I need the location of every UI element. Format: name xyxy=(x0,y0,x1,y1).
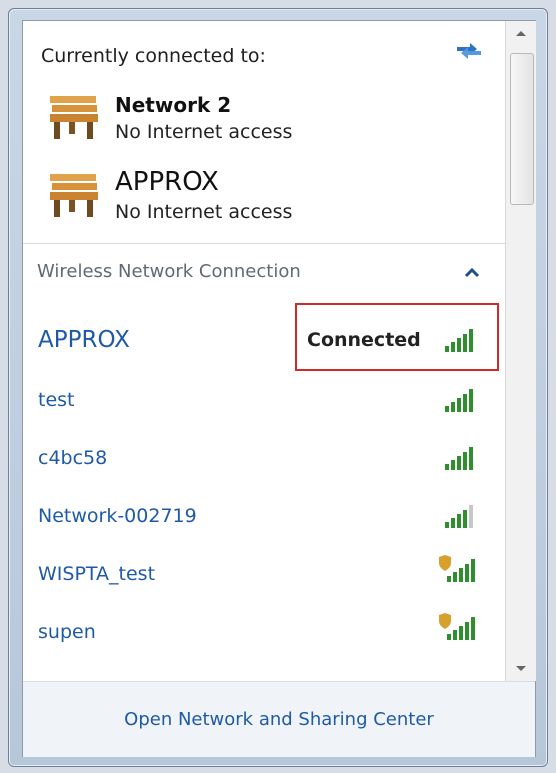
current-connection-network-2: Network 2 No Internet access xyxy=(37,83,497,147)
vertical-scrollbar[interactable] xyxy=(505,21,536,681)
network-row-approx[interactable]: APPROX Connected xyxy=(23,303,505,371)
chevron-up-icon[interactable] xyxy=(459,261,485,285)
network-row-wispta-test[interactable]: WISPTA_test xyxy=(23,551,505,601)
current-connection-name: Network 2 xyxy=(115,93,232,117)
wifi-signal-icon xyxy=(445,389,473,412)
wireless-network-connection-header[interactable]: Wireless Network Connection xyxy=(37,261,301,282)
bench-network-icon xyxy=(50,174,98,217)
wifi-signal-icon xyxy=(445,505,473,528)
network-row-test[interactable]: test xyxy=(23,377,505,427)
network-name: APPROX xyxy=(38,327,130,353)
current-connection-status: No Internet access xyxy=(115,121,293,143)
network-name: WISPTA_test xyxy=(38,563,156,585)
current-connections-heading: Currently connected to: xyxy=(41,45,266,67)
bench-network-icon xyxy=(50,96,98,139)
network-panel: Currently connected to: Network 2 No Int… xyxy=(22,20,536,757)
network-name: Network-002719 xyxy=(38,505,197,527)
scroll-up-arrow-icon[interactable] xyxy=(506,21,536,45)
wifi-signal-icon xyxy=(445,447,473,470)
scrollbar-thumb[interactable] xyxy=(510,53,534,205)
secured-wifi-signal-icon xyxy=(439,613,475,640)
network-name: supen xyxy=(38,621,96,643)
current-connections-section: Currently connected to: Network 2 No Int… xyxy=(23,21,505,243)
network-row-c4bc58[interactable]: c4bc58 xyxy=(23,435,505,485)
current-connection-approx: APPROX No Internet access xyxy=(37,161,497,225)
network-name: c4bc58 xyxy=(38,447,108,469)
footer-bar: Open Network and Sharing Center xyxy=(23,681,535,757)
wifi-signal-icon xyxy=(445,329,473,352)
current-connection-status: No Internet access xyxy=(115,201,293,223)
network-name: test xyxy=(38,389,75,411)
current-connection-name: APPROX xyxy=(115,167,219,197)
secured-wifi-signal-icon xyxy=(439,555,475,582)
network-connected-status: Connected xyxy=(307,329,421,351)
network-row-network-002719[interactable]: Network-002719 xyxy=(23,493,505,543)
network-list-scroll-area[interactable]: Currently connected to: Network 2 No Int… xyxy=(23,21,505,681)
refresh-arrows-icon[interactable] xyxy=(453,37,485,65)
open-network-sharing-center-link[interactable]: Open Network and Sharing Center xyxy=(23,709,535,730)
scroll-down-arrow-icon[interactable] xyxy=(506,657,536,681)
network-row-supen[interactable]: supen xyxy=(23,609,505,659)
section-divider xyxy=(23,243,505,244)
